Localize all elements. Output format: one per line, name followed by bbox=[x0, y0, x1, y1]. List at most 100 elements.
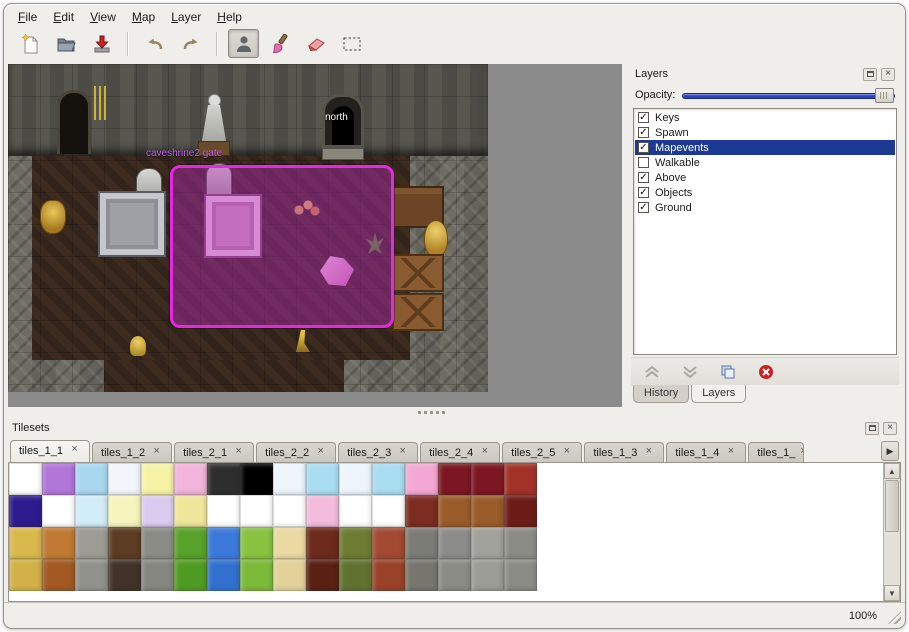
tile-1-0[interactable] bbox=[9, 495, 42, 527]
tile-0-13[interactable] bbox=[438, 463, 471, 495]
tile-2-1[interactable] bbox=[42, 527, 75, 559]
map-canvas[interactable]: north caveshrine2 gate bbox=[8, 64, 622, 407]
dock-float-button[interactable] bbox=[863, 68, 877, 81]
tile-3-1[interactable] bbox=[42, 559, 75, 591]
tool-brush[interactable] bbox=[264, 29, 295, 58]
tile-0-11[interactable] bbox=[372, 463, 405, 495]
layer-row-mapevents[interactable]: ✓Mapevents bbox=[635, 140, 895, 155]
scroll-down-icon[interactable]: ▼ bbox=[884, 585, 900, 601]
tile-0-0[interactable] bbox=[9, 463, 42, 495]
vertical-splitter[interactable] bbox=[622, 64, 629, 407]
menu-file[interactable]: File bbox=[10, 8, 45, 26]
tile-1-5[interactable] bbox=[174, 495, 207, 527]
tile-1-15[interactable] bbox=[504, 495, 537, 527]
tile-1-8[interactable] bbox=[273, 495, 306, 527]
mapevent-selection-rectangle[interactable] bbox=[170, 165, 394, 328]
tile-3-9[interactable] bbox=[306, 559, 339, 591]
tile-3-6[interactable] bbox=[207, 559, 240, 591]
tile-0-6[interactable] bbox=[207, 463, 240, 495]
splitter-handle[interactable] bbox=[418, 411, 448, 414]
layer-visibility-checkbox[interactable]: ✓ bbox=[638, 112, 649, 123]
menu-layer[interactable]: Layer bbox=[163, 8, 209, 26]
tileset-tab-tiles_2_5[interactable]: tiles_2_5× bbox=[502, 442, 582, 462]
tile-3-7[interactable] bbox=[240, 559, 273, 591]
tile-3-13[interactable] bbox=[438, 559, 471, 591]
menu-map[interactable]: Map bbox=[124, 8, 163, 26]
tile-2-13[interactable] bbox=[438, 527, 471, 559]
scroll-up-icon[interactable]: ▲ bbox=[884, 463, 900, 479]
tile-2-3[interactable] bbox=[108, 527, 141, 559]
tile-1-9[interactable] bbox=[306, 495, 339, 527]
tab-close-icon[interactable]: × bbox=[724, 446, 737, 459]
tile-2-15[interactable] bbox=[504, 527, 537, 559]
tab-close-icon[interactable]: × bbox=[232, 446, 245, 459]
menu-edit[interactable]: Edit bbox=[45, 8, 82, 26]
layer-visibility-checkbox[interactable]: ✓ bbox=[638, 127, 649, 138]
menu-help[interactable]: Help bbox=[209, 8, 250, 26]
tile-3-10[interactable] bbox=[339, 559, 372, 591]
tile-1-12[interactable] bbox=[405, 495, 438, 527]
resize-grip[interactable] bbox=[888, 611, 901, 624]
tile-0-14[interactable] bbox=[471, 463, 504, 495]
layer-row-objects[interactable]: ✓Objects bbox=[635, 185, 895, 200]
tile-3-2[interactable] bbox=[75, 559, 108, 591]
tool-save[interactable] bbox=[86, 29, 117, 58]
tool-eraser[interactable] bbox=[300, 29, 331, 58]
tile-0-10[interactable] bbox=[339, 463, 372, 495]
tile-0-15[interactable] bbox=[504, 463, 537, 495]
layer-row-walkable[interactable]: Walkable bbox=[635, 155, 895, 170]
layer-visibility-checkbox[interactable] bbox=[638, 157, 649, 168]
tileset-tab-tiles_1_4[interactable]: tiles_1_4× bbox=[666, 442, 746, 462]
tile-1-6[interactable] bbox=[207, 495, 240, 527]
tile-1-11[interactable] bbox=[372, 495, 405, 527]
tab-close-icon[interactable]: × bbox=[560, 446, 573, 459]
tool-open[interactable] bbox=[50, 29, 81, 58]
tile-0-2[interactable] bbox=[75, 463, 108, 495]
layer-move-up-button[interactable] bbox=[641, 362, 663, 382]
tile-1-4[interactable] bbox=[141, 495, 174, 527]
tile-3-5[interactable] bbox=[174, 559, 207, 591]
tile-2-14[interactable] bbox=[471, 527, 504, 559]
dock-tab-layers[interactable]: Layers bbox=[691, 385, 746, 403]
tab-close-icon[interactable]: × bbox=[478, 446, 491, 459]
tileset-tab-tiles_2_2[interactable]: tiles_2_2× bbox=[256, 442, 336, 462]
tile-0-5[interactable] bbox=[174, 463, 207, 495]
scrollbar-thumb[interactable] bbox=[885, 480, 899, 532]
dock-float-button[interactable] bbox=[865, 422, 879, 435]
tile-2-11[interactable] bbox=[372, 527, 405, 559]
tile-2-7[interactable] bbox=[240, 527, 273, 559]
tile-0-1[interactable] bbox=[42, 463, 75, 495]
map-viewport[interactable]: north caveshrine2 gate bbox=[8, 64, 488, 392]
tile-3-11[interactable] bbox=[372, 559, 405, 591]
tile-3-0[interactable] bbox=[9, 559, 42, 591]
opacity-slider[interactable] bbox=[682, 88, 895, 103]
tile-2-6[interactable] bbox=[207, 527, 240, 559]
layer-row-ground[interactable]: ✓Ground bbox=[635, 200, 895, 215]
tab-close-icon[interactable]: × bbox=[68, 444, 81, 457]
layer-row-keys[interactable]: ✓Keys bbox=[635, 110, 895, 125]
tab-scroll-right-button[interactable]: ▶ bbox=[881, 441, 899, 461]
tile-0-12[interactable] bbox=[405, 463, 438, 495]
tile-2-12[interactable] bbox=[405, 527, 438, 559]
tileset-tab-tiles_2_1[interactable]: tiles_2_1× bbox=[174, 442, 254, 462]
tile-2-9[interactable] bbox=[306, 527, 339, 559]
tile-3-12[interactable] bbox=[405, 559, 438, 591]
tool-select[interactable] bbox=[336, 29, 367, 58]
tile-1-2[interactable] bbox=[75, 495, 108, 527]
tile-2-8[interactable] bbox=[273, 527, 306, 559]
tileset-tab-tiles_2_4[interactable]: tiles_2_4× bbox=[420, 442, 500, 462]
tab-close-icon[interactable]: × bbox=[314, 446, 327, 459]
tile-3-4[interactable] bbox=[141, 559, 174, 591]
tile-2-5[interactable] bbox=[174, 527, 207, 559]
tab-close-icon[interactable]: × bbox=[150, 446, 163, 459]
layer-visibility-checkbox[interactable]: ✓ bbox=[638, 172, 649, 183]
horizontal-splitter[interactable] bbox=[4, 407, 905, 418]
tab-close-icon[interactable]: × bbox=[396, 446, 409, 459]
tileset-scrollbar[interactable]: ▲ ▼ bbox=[883, 463, 900, 601]
tile-0-8[interactable] bbox=[273, 463, 306, 495]
tile-0-7[interactable] bbox=[240, 463, 273, 495]
tile-1-10[interactable] bbox=[339, 495, 372, 527]
tileset-tab-tiles_2_3[interactable]: tiles_2_3× bbox=[338, 442, 418, 462]
layer-row-spawn[interactable]: ✓Spawn bbox=[635, 125, 895, 140]
tile-0-4[interactable] bbox=[141, 463, 174, 495]
